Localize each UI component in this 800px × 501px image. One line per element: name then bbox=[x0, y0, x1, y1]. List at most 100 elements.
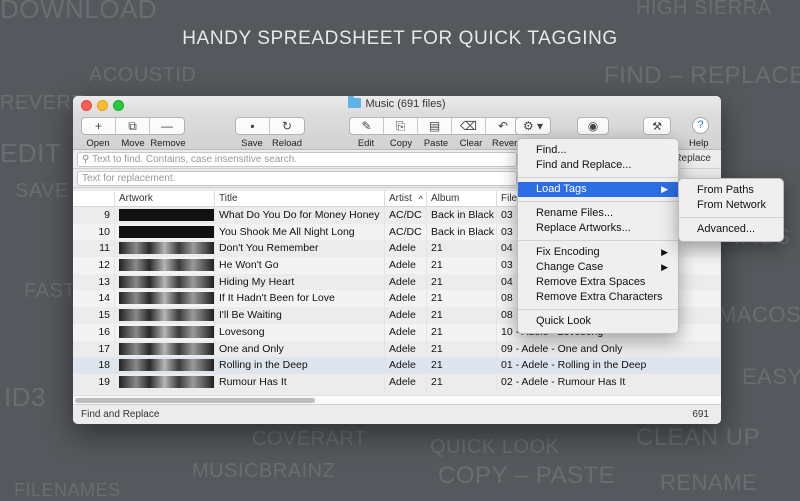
copy-button[interactable]: ⎘ bbox=[384, 118, 418, 134]
find-placeholder: Text to find. Contains, case insensitive… bbox=[91, 154, 298, 165]
title-cell: You Shook Me All Night Long bbox=[215, 223, 385, 241]
table-row[interactable]: 17 One and Only Adele 21 09 - Adele - One an… bbox=[73, 340, 721, 358]
artwork-thumbnail bbox=[119, 225, 214, 238]
artist-cell: Adele bbox=[385, 290, 427, 308]
help-icon: ? bbox=[697, 119, 704, 131]
action-menu-button[interactable]: ⚙ ▾ bbox=[515, 117, 551, 135]
artwork-cell bbox=[115, 307, 215, 324]
menu-item-remove-extra-characters[interactable]: Remove Extra Characters bbox=[518, 290, 678, 305]
menu-item-label: From Paths bbox=[697, 184, 754, 196]
move-button[interactable]: ⧉ bbox=[116, 118, 150, 134]
table-row[interactable]: 18 Rolling in the Deep Adele 21 01 - Adele -… bbox=[73, 357, 721, 374]
menu-item-fix-encoding[interactable]: Fix Encoding ▶ bbox=[518, 245, 678, 260]
menu-item-label: Change Case bbox=[536, 261, 604, 273]
menu-item-find-and-replace[interactable]: Find and Replace... bbox=[518, 158, 678, 173]
status-left: Find and Replace bbox=[81, 409, 160, 420]
num-cell: 17 bbox=[73, 340, 115, 358]
menu-item-advanced[interactable]: Advanced... bbox=[679, 222, 783, 237]
submenu-arrow-icon: ▶ bbox=[661, 184, 668, 194]
artist-cell: Adele bbox=[385, 257, 427, 274]
artwork-cell bbox=[115, 323, 215, 341]
edit-button[interactable]: ✎ bbox=[350, 118, 384, 134]
artwork-cell bbox=[115, 273, 215, 291]
menu-item-replace-artworks[interactable]: Replace Artworks... bbox=[518, 221, 678, 236]
replace-placeholder: Text for replacement. bbox=[82, 173, 176, 184]
background-word: DOWNLOAD bbox=[0, 0, 158, 24]
title-cell: He Won't Go bbox=[215, 257, 385, 274]
title-cell: Rolling in the Deep bbox=[215, 357, 385, 374]
menu-separator bbox=[518, 201, 678, 202]
artwork-thumbnail bbox=[119, 292, 214, 305]
table-row[interactable]: 19 Rumour Has It Adele 21 02 - Adele - Rumou… bbox=[73, 373, 721, 391]
column-header[interactable]: Artist ^ bbox=[385, 191, 427, 206]
artwork-thumbnail bbox=[119, 275, 214, 288]
background-word: REVERT bbox=[0, 92, 84, 114]
replace-button[interactable]: Replace bbox=[674, 153, 711, 164]
menu-item-label: Remove Extra Spaces bbox=[536, 276, 646, 288]
menu-item-quick-look[interactable]: Quick Look bbox=[518, 314, 678, 329]
title-cell: What Do You Do for Money Honey bbox=[215, 207, 385, 224]
save-button[interactable]: ▪ bbox=[236, 118, 270, 134]
column-header[interactable]: Title bbox=[215, 191, 385, 206]
save-icon: ▪ bbox=[250, 119, 255, 133]
artist-cell: Adele bbox=[385, 240, 427, 258]
menu-item-remove-extra-spaces[interactable]: Remove Extra Spaces bbox=[518, 275, 678, 290]
menu-item-find[interactable]: Find... bbox=[518, 143, 678, 158]
toolbar-group-add-move-remove: + ⧉ — bbox=[81, 117, 185, 135]
file-cell: 09 - Adele - One and Only bbox=[497, 340, 721, 358]
menu-item-rename-files[interactable]: Rename Files... bbox=[518, 206, 678, 221]
artwork-thumbnail bbox=[119, 375, 214, 388]
folder-icon bbox=[348, 96, 362, 108]
menu-item-label: Load Tags bbox=[536, 183, 587, 195]
background-word: EASY bbox=[742, 364, 800, 389]
menu-item-change-case[interactable]: Change Case ▶ bbox=[518, 260, 678, 275]
artwork-thumbnail bbox=[119, 259, 214, 272]
column-header-label: Title bbox=[219, 193, 238, 204]
num-cell: 12 bbox=[73, 257, 115, 274]
remove-icon: — bbox=[161, 119, 173, 133]
replace-input[interactable]: Text for replacement. bbox=[77, 171, 517, 186]
artist-cell: AC/DC bbox=[385, 223, 427, 241]
column-header-label: Album bbox=[431, 193, 460, 204]
quick-look-button[interactable]: ◉ bbox=[577, 117, 609, 135]
remove-button[interactable]: — bbox=[150, 118, 184, 134]
artist-cell: Adele bbox=[385, 307, 427, 324]
reload-button[interactable]: ↻ bbox=[270, 118, 304, 134]
open-button[interactable]: + bbox=[82, 118, 116, 134]
reload-icon: ↻ bbox=[281, 119, 293, 133]
paste-button[interactable]: ▤ bbox=[418, 118, 452, 134]
move-icon: ⧉ bbox=[128, 118, 137, 133]
status-bar: Find and Replace 691 bbox=[73, 404, 721, 424]
column-header[interactable] bbox=[73, 191, 115, 206]
menu-item-label: Advanced... bbox=[697, 223, 756, 235]
headline: HANDY SPREADSHEET FOR QUICK TAGGING bbox=[182, 28, 618, 49]
background-word: FILENAMES bbox=[14, 480, 121, 500]
menu-item-label: Fix Encoding bbox=[536, 246, 600, 258]
menu-separator bbox=[518, 309, 678, 310]
help-button[interactable]: ? bbox=[692, 117, 709, 134]
background-word: EDIT bbox=[0, 138, 62, 168]
num-cell: 10 bbox=[73, 223, 115, 241]
num-cell: 11 bbox=[73, 240, 115, 258]
horizontal-scrollbar[interactable] bbox=[73, 395, 721, 404]
artist-cell: Adele bbox=[385, 340, 427, 358]
clear-button[interactable]: ⌫ bbox=[452, 118, 486, 134]
tools-button[interactable]: ⚒ bbox=[643, 117, 671, 135]
menu-item-from-network[interactable]: From Network bbox=[679, 198, 783, 213]
toolbar-group-save-reload: ▪ ↻ bbox=[235, 117, 305, 135]
menu-item-label: Replace Artworks... bbox=[536, 222, 631, 234]
artist-cell: Adele bbox=[385, 373, 427, 391]
title-cell: If It Hadn't Been for Love bbox=[215, 290, 385, 308]
menu-item-load-tags[interactable]: Load Tags ▶ bbox=[518, 182, 678, 197]
menu-item-from-paths[interactable]: From Paths bbox=[679, 183, 783, 198]
reload-label: Reload bbox=[271, 138, 303, 149]
column-header-label: File bbox=[501, 193, 518, 204]
scrollbar-thumb[interactable] bbox=[75, 398, 315, 403]
column-header[interactable]: Album bbox=[427, 191, 497, 206]
background-word: COPY – PASTE bbox=[438, 462, 616, 489]
column-header[interactable]: Artwork bbox=[115, 191, 215, 206]
remove-label: Remove bbox=[150, 138, 186, 149]
file-cell: 02 - Adele - Rumour Has It bbox=[497, 373, 721, 391]
find-input[interactable]: ⚲ Text to find. Contains, case insensiti… bbox=[77, 152, 517, 167]
album-cell: 21 bbox=[427, 357, 497, 374]
